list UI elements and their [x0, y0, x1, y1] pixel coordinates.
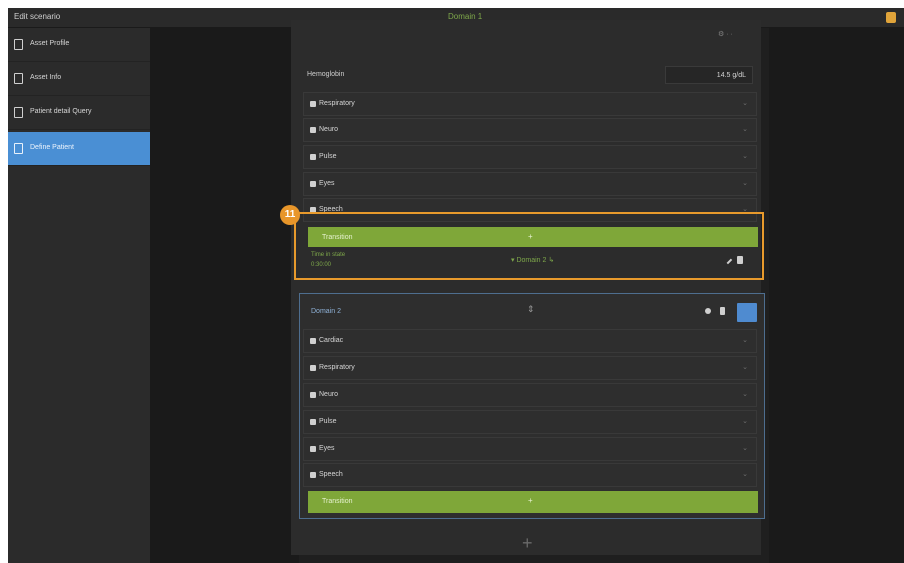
section-label: Respiratory	[319, 364, 355, 371]
card-section-respiratory[interactable]: Respiratory ⌄	[303, 356, 757, 380]
field-label: Hemoglobin	[307, 71, 345, 78]
chevron-down-icon: ⌄	[742, 100, 748, 107]
hemoglobin-field: Hemoglobin 14.5 g/dL	[303, 64, 753, 86]
chevron-down-icon: ⌄	[742, 445, 748, 452]
sidebar-item-label: Define Patient	[30, 144, 74, 151]
scenario-icon	[14, 143, 23, 154]
pulse-icon	[310, 419, 316, 425]
lungs-icon	[310, 101, 316, 107]
person-icon	[14, 107, 23, 118]
pin-icon[interactable]	[705, 308, 711, 314]
add-domain-button[interactable]: +	[522, 534, 533, 552]
eye-icon	[310, 446, 316, 452]
sidebar-item-label: Patient detail Query	[30, 108, 92, 115]
window-title: Edit scenario	[14, 12, 61, 21]
brain-icon	[310, 127, 316, 133]
card-title[interactable]: Domain 2	[311, 308, 341, 315]
section-label: Pulse	[319, 153, 337, 160]
sidebar: Asset Profile Asset Info Patient detail …	[8, 28, 150, 563]
left-gutter	[150, 28, 299, 563]
sidebar-item-asset-profile[interactable]: Asset Profile	[8, 28, 150, 62]
section-label: Cardiac	[319, 337, 344, 344]
card-section-speech[interactable]: Speech ⌄	[303, 463, 757, 487]
lungs-icon	[310, 365, 316, 371]
add-transition-icon[interactable]: +	[528, 496, 533, 505]
section-respiratory[interactable]: Respiratory ⌄	[303, 92, 757, 116]
sidebar-item-patient-detail-query[interactable]: Patient detail Query	[8, 96, 150, 130]
section-label: Speech	[319, 471, 343, 478]
callout-badge: 11	[280, 205, 300, 225]
speech-icon	[310, 472, 316, 478]
chevron-down-icon: ⌄	[742, 418, 748, 425]
select-card-button[interactable]	[737, 303, 757, 322]
brain-icon	[310, 392, 316, 398]
section-eyes[interactable]: Eyes ⌄	[303, 172, 757, 196]
eye-icon	[310, 181, 316, 187]
right-gutter	[769, 28, 904, 563]
section-pulse[interactable]: Pulse ⌄	[303, 145, 757, 169]
panel-toolbar-icons[interactable]: ⚙ · ·	[718, 30, 733, 38]
sidebar-item-define-patient[interactable]: Define Patient	[8, 132, 150, 166]
card-section-eyes[interactable]: Eyes ⌄	[303, 437, 757, 461]
card-section-pulse[interactable]: Pulse ⌄	[303, 410, 757, 434]
section-label: Eyes	[319, 445, 335, 452]
app-logo-icon	[886, 12, 896, 23]
chevron-down-icon: ⌄	[742, 180, 748, 187]
section-label: Eyes	[319, 180, 335, 187]
callout-highlight-box	[294, 212, 764, 280]
chevron-down-icon: ⌄	[742, 364, 748, 371]
sidebar-item-asset-info[interactable]: Asset Info	[8, 62, 150, 96]
section-label: Neuro	[319, 126, 339, 133]
pulse-icon	[310, 154, 316, 160]
sidebar-item-label: Asset Info	[30, 74, 62, 81]
trash-icon[interactable]	[720, 307, 725, 315]
transition-label: Transition	[322, 498, 353, 505]
chevron-down-icon: ⌄	[742, 126, 748, 133]
section-label: Respiratory	[319, 100, 355, 107]
chevron-down-icon: ⌄	[742, 337, 748, 344]
file-icon	[14, 73, 23, 84]
card-header: Domain 2 ⇕	[303, 300, 757, 324]
hemoglobin-input[interactable]: 14.5 g/dL	[665, 66, 753, 84]
sidebar-item-label: Asset Profile	[30, 40, 70, 47]
card-section-neuro[interactable]: Neuro ⌄	[303, 383, 757, 407]
card-transition-bar[interactable]: Transition +	[308, 491, 758, 513]
drag-handle-icon[interactable]: ⇕	[527, 304, 535, 315]
chevron-down-icon: ⌄	[742, 391, 748, 398]
heart-icon	[310, 338, 316, 344]
section-label: Neuro	[319, 391, 339, 398]
section-label: Pulse	[319, 418, 337, 425]
chevron-down-icon: ⌄	[742, 153, 748, 160]
document-icon	[14, 39, 23, 50]
card-section-cardiac[interactable]: Cardiac ⌄	[303, 329, 757, 353]
chevron-down-icon: ⌄	[742, 471, 748, 478]
section-neuro[interactable]: Neuro ⌄	[303, 118, 757, 142]
